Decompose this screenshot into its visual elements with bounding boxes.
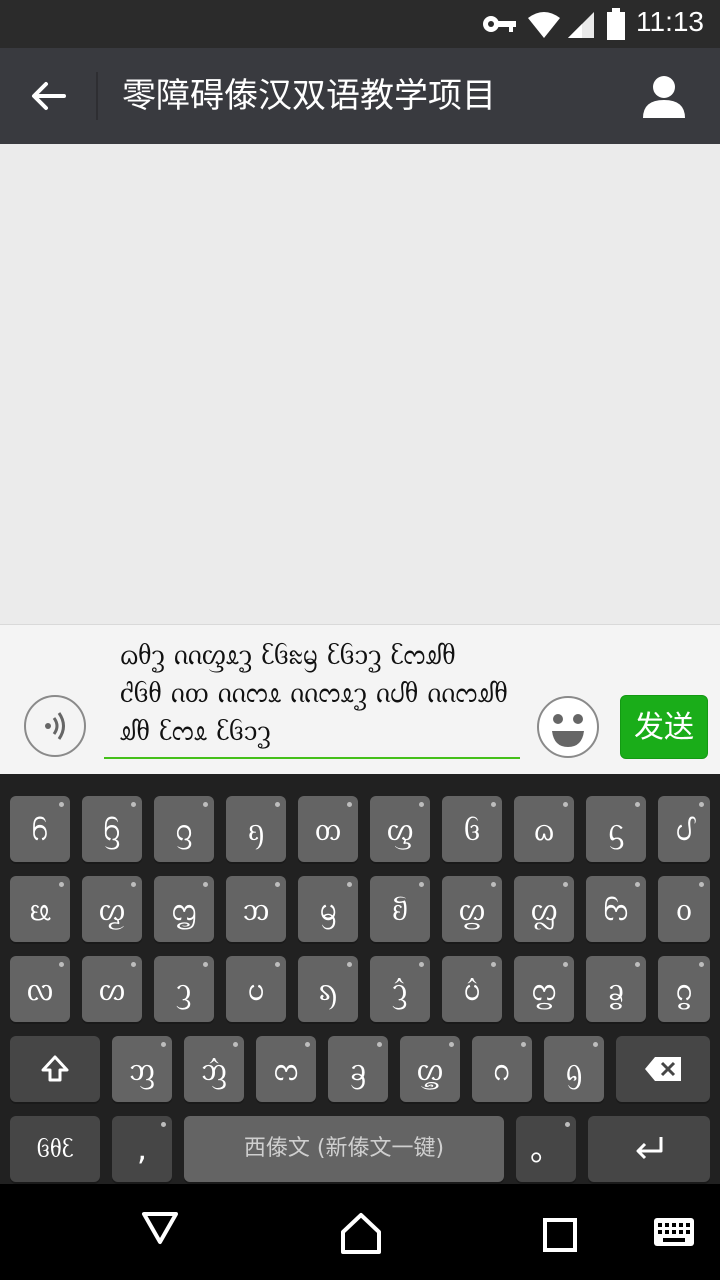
key[interactable]: ᦕ [10,876,70,942]
key[interactable]: ᦅ [472,1036,532,1102]
key[interactable]: ᦟ [10,956,70,1022]
key[interactable]: ᦒ [514,796,574,862]
key[interactable]: ᦂ [256,1036,316,1102]
key[interactable]: ᦁ [184,1036,244,1102]
key[interactable]: ᦌ [82,796,142,862]
key[interactable]: ᦓ [586,796,646,862]
key[interactable]: ᦥ [442,956,502,1022]
key[interactable]: ᦆ [10,796,70,862]
backspace-key[interactable] [616,1036,710,1102]
key[interactable]: ᦃ [328,1036,388,1102]
key[interactable]: ᦘ [226,876,286,942]
keyboard: ᦆ ᦌ ᦋ ᦏ ᦎ ᦐ ᦑ ᦒ ᦓ ᦔ ᦕ ᦖ ᦗ ᦘ ᦙ ᦚ ᦛ ᦜ ᦝ ᦞ … [0,774,720,1184]
key[interactable]: ᦚ [370,876,430,942]
back-arrow-icon[interactable] [28,76,68,116]
wifi-icon [526,10,562,44]
key[interactable]: ᦎ [298,796,358,862]
send-button[interactable]: 发送 [620,695,708,759]
profile-icon[interactable] [640,72,688,120]
key[interactable]: ᦞ [658,876,710,942]
key[interactable]: ᦐ [370,796,430,862]
key[interactable]: ᦗ [154,876,214,942]
mode-switch-key[interactable]: ᦑᦲᦷ [10,1116,100,1182]
chat-title: 零障碍傣汉双语教学项目 [122,76,496,116]
message-input[interactable]: ᦒᦲᧆ ᦶᦐᦸᧆ ᦷᦑᦰᦙ ᦷᦑᦱᧆ ᦷᦂᦾᦲ ᦺᦑᦲ ᦵᦎ ᦶᦂᦸ ᦶᦂᦸᧆ … [104,635,520,759]
enter-key[interactable] [588,1116,710,1182]
comma-key[interactable]: , [112,1116,172,1182]
key[interactable]: ᦀ [112,1036,172,1102]
shift-key[interactable] [10,1036,100,1102]
backspace-icon [645,1057,681,1081]
voice-icon [45,712,65,740]
system-nav-bar [0,1184,720,1280]
key[interactable]: ᦝ [586,876,646,942]
key[interactable]: ᦤ [370,956,430,1022]
key[interactable]: ᦡ [154,956,214,1022]
key[interactable]: ᦦ [514,956,574,1022]
emoji-button[interactable] [536,695,600,759]
home-icon[interactable] [340,1212,382,1260]
back-triangle-icon[interactable] [140,1208,180,1252]
emoji-icon [537,696,599,758]
key[interactable]: ᦧ [586,956,646,1022]
key[interactable]: ᦨ [658,956,710,1022]
key[interactable]: ᦙ [298,876,358,942]
recents-icon[interactable] [543,1218,577,1256]
key[interactable]: ᦄ [400,1036,460,1102]
key[interactable]: ᦖ [82,876,142,942]
chat-header: 零障碍傣汉双语教学项目 [0,48,720,144]
key[interactable]: ᦣ [298,956,358,1022]
key[interactable]: ᦋ [154,796,214,862]
key-icon [482,12,518,40]
status-bar: 11:13 [0,0,720,48]
key[interactable]: ᦜ [514,876,574,942]
key[interactable]: ᦢ [226,956,286,1022]
period-key[interactable]: 。 [516,1116,576,1182]
chat-messages-area [0,144,720,624]
signal-icon [566,10,596,44]
key[interactable]: ᦔ [658,796,710,862]
status-time: 11:13 [636,6,704,37]
key[interactable]: ᦑ [442,796,502,862]
key[interactable]: ᦇ [544,1036,604,1102]
space-key[interactable]: 西傣文 (新傣文一键) [184,1116,504,1182]
key[interactable]: ᦛ [442,876,502,942]
key[interactable]: ᦏ [226,796,286,862]
keyboard-switch-icon[interactable] [654,1218,694,1250]
header-divider [96,72,98,120]
message-composer: ᦒᦲᧆ ᦶᦐᦸᧆ ᦷᦑᦰᦙ ᦷᦑᦱᧆ ᦷᦂᦾᦲ ᦺᦑᦲ ᦵᦎ ᦶᦂᦸ ᦶᦂᦸᧆ … [0,624,720,775]
voice-input-button[interactable] [24,695,86,757]
shift-icon [41,1055,69,1082]
enter-icon [636,1137,663,1160]
battery-icon [606,8,626,44]
key[interactable]: ᦠ [82,956,142,1022]
